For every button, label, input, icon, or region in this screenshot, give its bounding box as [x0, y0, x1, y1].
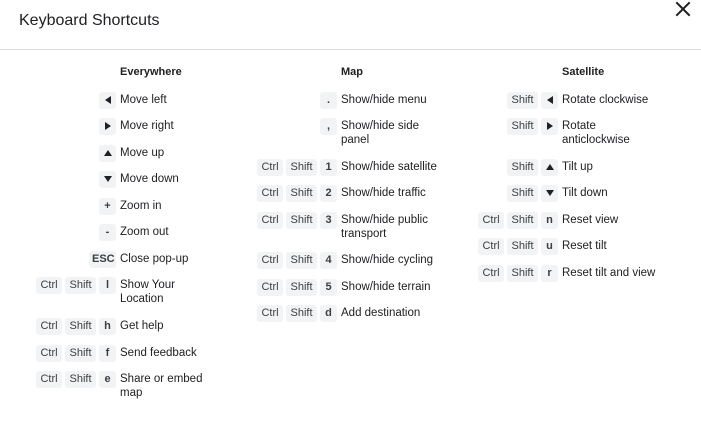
key-esc: ESC	[89, 251, 116, 268]
key-shift: Shift	[286, 185, 317, 202]
arrow-left-icon	[104, 96, 111, 105]
arrow-right-icon	[546, 122, 553, 131]
key-char: e	[99, 371, 116, 388]
key-char: 1	[320, 159, 337, 176]
key-shift: Shift	[65, 345, 96, 362]
shortcut-label: Close pop-up	[120, 253, 189, 265]
key-shift: Shift	[507, 92, 538, 109]
column-heading: Everywhere	[120, 66, 182, 78]
key-ctrl: Ctrl	[257, 305, 283, 322]
shortcut-label: Rotate anticlockwise	[562, 120, 630, 146]
key-shift: Shift	[286, 305, 317, 322]
shortcut-label: Show/hide terrain	[341, 281, 431, 293]
key-shift: Shift	[286, 159, 317, 176]
close-button[interactable]	[672, 0, 694, 22]
key-char: d	[320, 305, 337, 322]
key-char: 2	[320, 185, 337, 202]
shortcut-label: Rotate clockwise	[562, 94, 649, 106]
arrow-down-key	[541, 185, 558, 202]
shortcut-label: Reset view	[562, 214, 619, 226]
column-heading: Map	[341, 66, 363, 78]
key-char: ,	[320, 118, 337, 135]
arrow-down-key	[99, 171, 116, 188]
shortcut-label: Tilt up	[562, 161, 593, 173]
key-shift: Shift	[65, 277, 96, 294]
key-shift: Shift	[65, 318, 96, 335]
key-ctrl: Ctrl	[36, 318, 62, 335]
arrow-right-icon	[104, 122, 111, 131]
key-ctrl: Ctrl	[257, 212, 283, 229]
shortcut-label: Show/hide menu	[341, 94, 427, 106]
arrow-left-key	[99, 92, 116, 109]
arrow-up-key	[541, 159, 558, 176]
arrow-up-key	[99, 145, 116, 162]
arrow-right-key	[541, 118, 558, 135]
shortcut-label: Move right	[120, 120, 174, 132]
shortcut-label: Show/hide side panel	[341, 120, 419, 146]
shortcut-label: Add destination	[341, 307, 421, 319]
arrow-down-icon	[103, 176, 112, 183]
key-ctrl: Ctrl	[478, 238, 504, 255]
key-char: .	[320, 92, 337, 109]
shortcut-label: Reset tilt	[562, 240, 607, 252]
key-ctrl: Ctrl	[257, 252, 283, 269]
key-char: +	[99, 198, 116, 215]
shortcut-label: Zoom out	[120, 226, 169, 238]
dialog-header: Keyboard Shortcuts	[0, 0, 701, 50]
key-shift: Shift	[507, 238, 538, 255]
shortcut-label: Move up	[120, 147, 165, 159]
key-char: l	[99, 277, 116, 294]
shortcut-label: Show/hide public transport	[341, 214, 428, 240]
key-ctrl: Ctrl	[36, 345, 62, 362]
key-char: n	[541, 212, 558, 229]
shortcut-label: Tilt down	[562, 187, 608, 199]
key-char: r	[541, 265, 558, 282]
shortcut-label: Show/hide traffic	[341, 187, 426, 199]
arrow-right-key	[99, 118, 116, 135]
key-shift: Shift	[507, 212, 538, 229]
key-char: h	[99, 318, 116, 335]
key-char: 3	[320, 212, 337, 229]
key-shift: Shift	[507, 159, 538, 176]
key-char: 4	[320, 252, 337, 269]
column-heading: Satellite	[562, 66, 605, 78]
key-ctrl: Ctrl	[478, 265, 504, 282]
shortcut-label: Move left	[120, 94, 167, 106]
key-shift: Shift	[507, 185, 538, 202]
arrow-left-key	[541, 92, 558, 109]
shortcut-label: Move down	[120, 173, 179, 185]
key-char: f	[99, 345, 116, 362]
arrow-up-icon	[545, 164, 554, 171]
key-shift: Shift	[507, 265, 538, 282]
key-shift: Shift	[286, 212, 317, 229]
key-shift: Shift	[65, 371, 96, 388]
arrow-left-icon	[546, 96, 553, 105]
dialog-title: Keyboard Shortcuts	[19, 12, 160, 29]
key-shift: Shift	[507, 118, 538, 135]
shortcut-label: Share or embed map	[120, 373, 203, 399]
key-shift: Shift	[286, 252, 317, 269]
shortcut-label: Get help	[120, 320, 164, 332]
arrow-up-icon	[103, 150, 112, 157]
shortcut-label: Reset tilt and view	[562, 267, 656, 279]
key-shift: Shift	[286, 279, 317, 296]
key-char: 5	[320, 279, 337, 296]
shortcut-label: Show/hide satellite	[341, 161, 437, 173]
arrow-down-icon	[545, 190, 554, 197]
shortcut-label: Show/hide cycling	[341, 254, 434, 266]
key-ctrl: Ctrl	[36, 371, 62, 388]
shortcut-label: Show Your Location	[120, 279, 175, 305]
key-ctrl: Ctrl	[257, 159, 283, 176]
key-ctrl: Ctrl	[36, 277, 62, 294]
close-icon	[675, 1, 691, 17]
key-char: u	[541, 238, 558, 255]
key-ctrl: Ctrl	[478, 212, 504, 229]
shortcut-label: Send feedback	[120, 347, 197, 359]
key-char: -	[99, 224, 116, 241]
key-ctrl: Ctrl	[257, 185, 283, 202]
shortcut-label: Zoom in	[120, 200, 162, 212]
key-ctrl: Ctrl	[257, 279, 283, 296]
